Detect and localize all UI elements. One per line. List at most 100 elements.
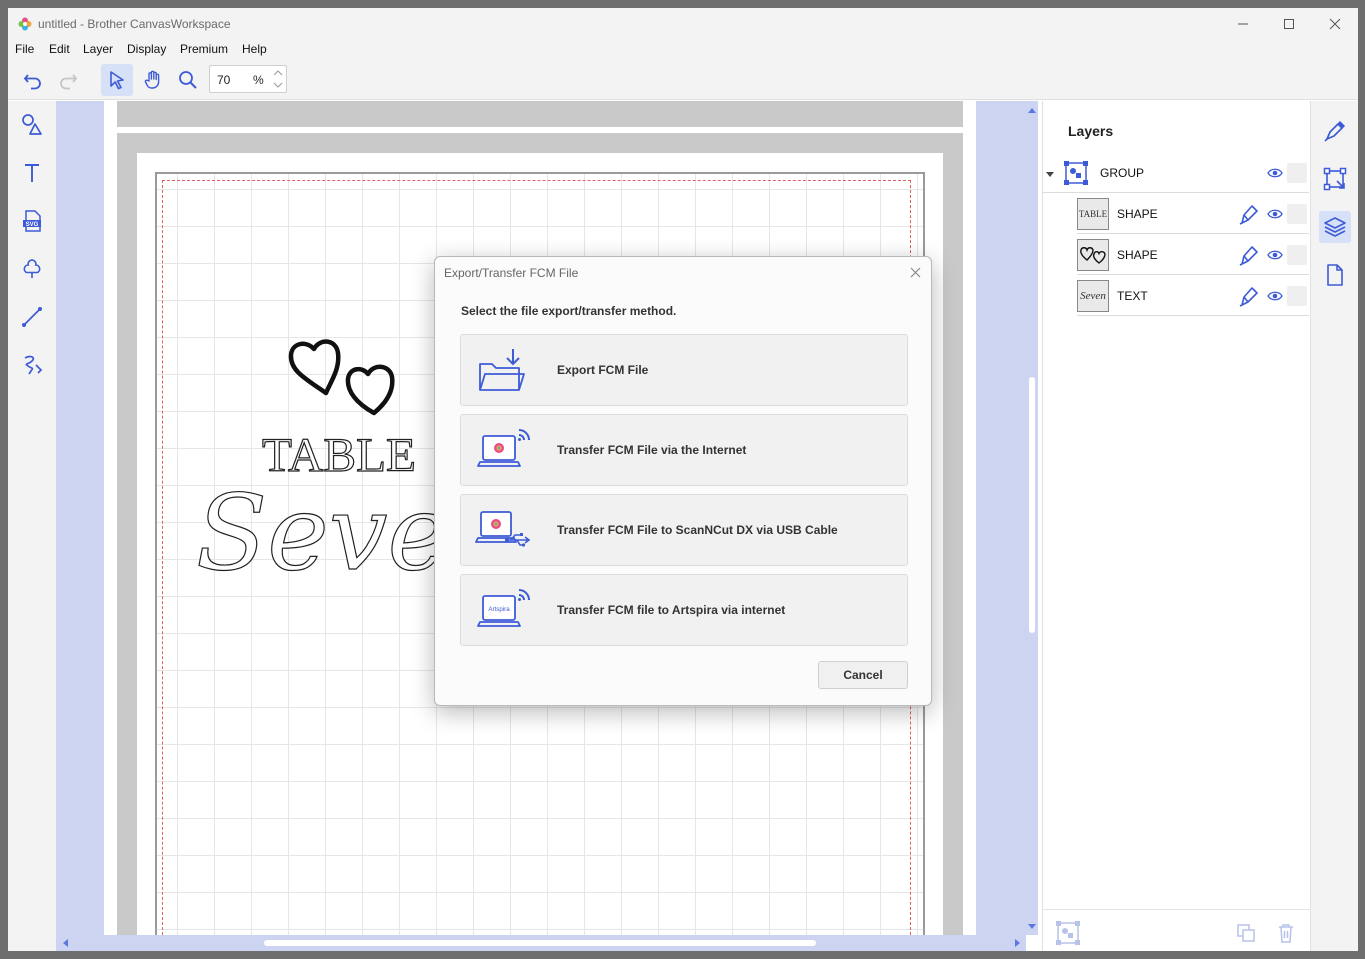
layers-tool-button[interactable]	[1319, 211, 1351, 243]
heart-shape-1[interactable]	[288, 339, 341, 396]
group-icon	[1064, 161, 1088, 185]
svg-import-button[interactable]: SVG	[16, 205, 48, 237]
layers-panel: Layers GROUP TABLE SHAPE SHAPE Seven TEX…	[1042, 101, 1310, 951]
undo-button[interactable]	[17, 64, 49, 96]
visibility-toggle[interactable]	[1265, 205, 1285, 223]
laptop-usb-icon	[475, 511, 531, 547]
app-logo-icon	[18, 17, 32, 31]
toolbar: 70 %	[8, 60, 1358, 100]
menu-display[interactable]: Display	[127, 42, 166, 56]
layer-thumbnail: Seven	[1077, 280, 1109, 312]
minimize-button[interactable]	[1220, 8, 1266, 40]
lock-toggle[interactable]	[1287, 204, 1307, 224]
close-window-button[interactable]	[1312, 8, 1358, 40]
menu-help[interactable]: Help	[242, 42, 267, 56]
maximize-icon	[1284, 19, 1294, 29]
lock-toggle[interactable]	[1287, 286, 1307, 306]
layer-row-shape-table[interactable]: TABLE SHAPE	[1077, 194, 1309, 234]
layer-row-shape-hearts[interactable]: SHAPE	[1077, 235, 1309, 275]
layer-label: TEXT	[1117, 289, 1148, 303]
visibility-toggle[interactable]	[1265, 287, 1285, 305]
zoom-input[interactable]: 70 %	[209, 65, 287, 93]
transfer-usb-option[interactable]: Transfer FCM File to ScanNCut DX via USB…	[460, 494, 908, 566]
pan-tool-button[interactable]	[137, 64, 169, 96]
layer-label: SHAPE	[1117, 207, 1158, 221]
freehand-tool-button[interactable]	[16, 349, 48, 381]
dialog-close-button[interactable]	[903, 261, 927, 283]
cancel-button[interactable]: Cancel	[818, 661, 908, 689]
layer-label: SHAPE	[1117, 248, 1158, 262]
layers-footer	[1043, 909, 1310, 951]
shapes-tool-button[interactable]	[16, 109, 48, 141]
text-icon	[25, 164, 39, 182]
title-bar: untitled - Brother CanvasWorkspace	[8, 8, 1358, 40]
visibility-toggle[interactable]	[1265, 164, 1285, 182]
option-label: Transfer FCM File to ScanNCut DX via USB…	[557, 523, 838, 537]
maximize-button[interactable]	[1266, 8, 1312, 40]
transfer-internet-option[interactable]: Transfer FCM File via the Internet	[460, 414, 908, 486]
dialog-prompt: Select the file export/transfer method.	[461, 304, 677, 318]
lock-toggle[interactable]	[1287, 245, 1307, 265]
scroll-left-icon[interactable]	[60, 937, 72, 949]
menu-bar: File Edit Layer Display Premium Help	[8, 40, 1358, 60]
laptop-wifi-icon	[477, 429, 530, 467]
eye-icon	[1267, 250, 1283, 260]
trash-icon[interactable]	[1275, 922, 1297, 944]
menu-edit[interactable]: Edit	[49, 42, 70, 56]
option-label: Transfer FCM File via the Internet	[557, 443, 747, 457]
select-tool-button[interactable]	[101, 64, 133, 96]
transfer-artspira-option[interactable]: Artspira Transfer FCM file to Artspira v…	[460, 574, 908, 646]
menu-layer[interactable]: Layer	[83, 42, 113, 56]
layer-label: GROUP	[1100, 166, 1145, 180]
option-label: Export FCM File	[557, 363, 649, 377]
redo-button[interactable]	[52, 64, 84, 96]
edit-pen-icon[interactable]	[1237, 202, 1261, 226]
page-icon	[1327, 264, 1343, 286]
collapse-arrow-icon[interactable]	[1045, 169, 1055, 179]
lock-toggle[interactable]	[1287, 163, 1307, 183]
eye-icon	[1267, 209, 1283, 219]
menu-premium[interactable]: Premium	[180, 42, 228, 56]
visibility-toggle[interactable]	[1265, 246, 1285, 264]
vertical-scroll-thumb[interactable]	[1029, 377, 1035, 633]
group-layers-icon[interactable]	[1055, 920, 1081, 946]
zoom-value: 70	[217, 73, 231, 87]
window-title: untitled - Brother CanvasWorkspace	[38, 17, 231, 31]
edit-tool-button[interactable]	[1319, 115, 1351, 147]
edit-pen-icon[interactable]	[1237, 284, 1261, 308]
layers-icon	[1324, 217, 1346, 237]
right-toolbar	[1310, 101, 1358, 951]
line-tool-button[interactable]	[16, 301, 48, 333]
horizontal-scrollbar[interactable]	[56, 935, 1026, 951]
edit-pen-icon[interactable]	[1237, 243, 1261, 267]
hearts-thumbnail-icon	[1080, 247, 1106, 264]
horizontal-scroll-thumb[interactable]	[264, 940, 816, 946]
cloud-shape-icon	[23, 259, 41, 278]
undo-icon	[23, 74, 41, 90]
scroll-down-icon[interactable]	[1026, 920, 1038, 932]
export-transfer-dialog: Export/Transfer FCM File Select the file…	[434, 256, 932, 706]
duplicate-icon[interactable]	[1235, 922, 1257, 944]
heart-shape-2[interactable]	[345, 364, 395, 416]
layer-thumbnail	[1077, 239, 1109, 271]
scroll-up-icon[interactable]	[1026, 105, 1038, 117]
menu-file[interactable]: File	[15, 42, 34, 56]
vertical-scrollbar[interactable]	[1026, 101, 1038, 935]
layer-row-text[interactable]: Seven TEXT	[1077, 276, 1309, 316]
export-fcm-file-option[interactable]: Export FCM File	[460, 334, 908, 406]
text-tool-button[interactable]	[16, 157, 48, 189]
transform-tool-button[interactable]	[1319, 163, 1351, 195]
layers-title: Layers	[1068, 123, 1114, 139]
mat-top-strip	[117, 101, 963, 127]
pattern-tool-button[interactable]	[16, 253, 48, 285]
zoom-stepper-icon[interactable]	[270, 67, 286, 91]
page-tool-button[interactable]	[1319, 259, 1351, 291]
dialog-title: Export/Transfer FCM File	[444, 266, 579, 280]
laptop-artspira-icon: Artspira	[477, 589, 530, 627]
eye-icon	[1267, 291, 1283, 301]
freehand-icon	[24, 355, 43, 375]
zoom-tool-button[interactable]	[172, 64, 204, 96]
layer-row-group[interactable]: GROUP	[1043, 153, 1309, 193]
left-toolbar: SVG	[8, 101, 56, 951]
scroll-right-icon[interactable]	[1011, 937, 1023, 949]
